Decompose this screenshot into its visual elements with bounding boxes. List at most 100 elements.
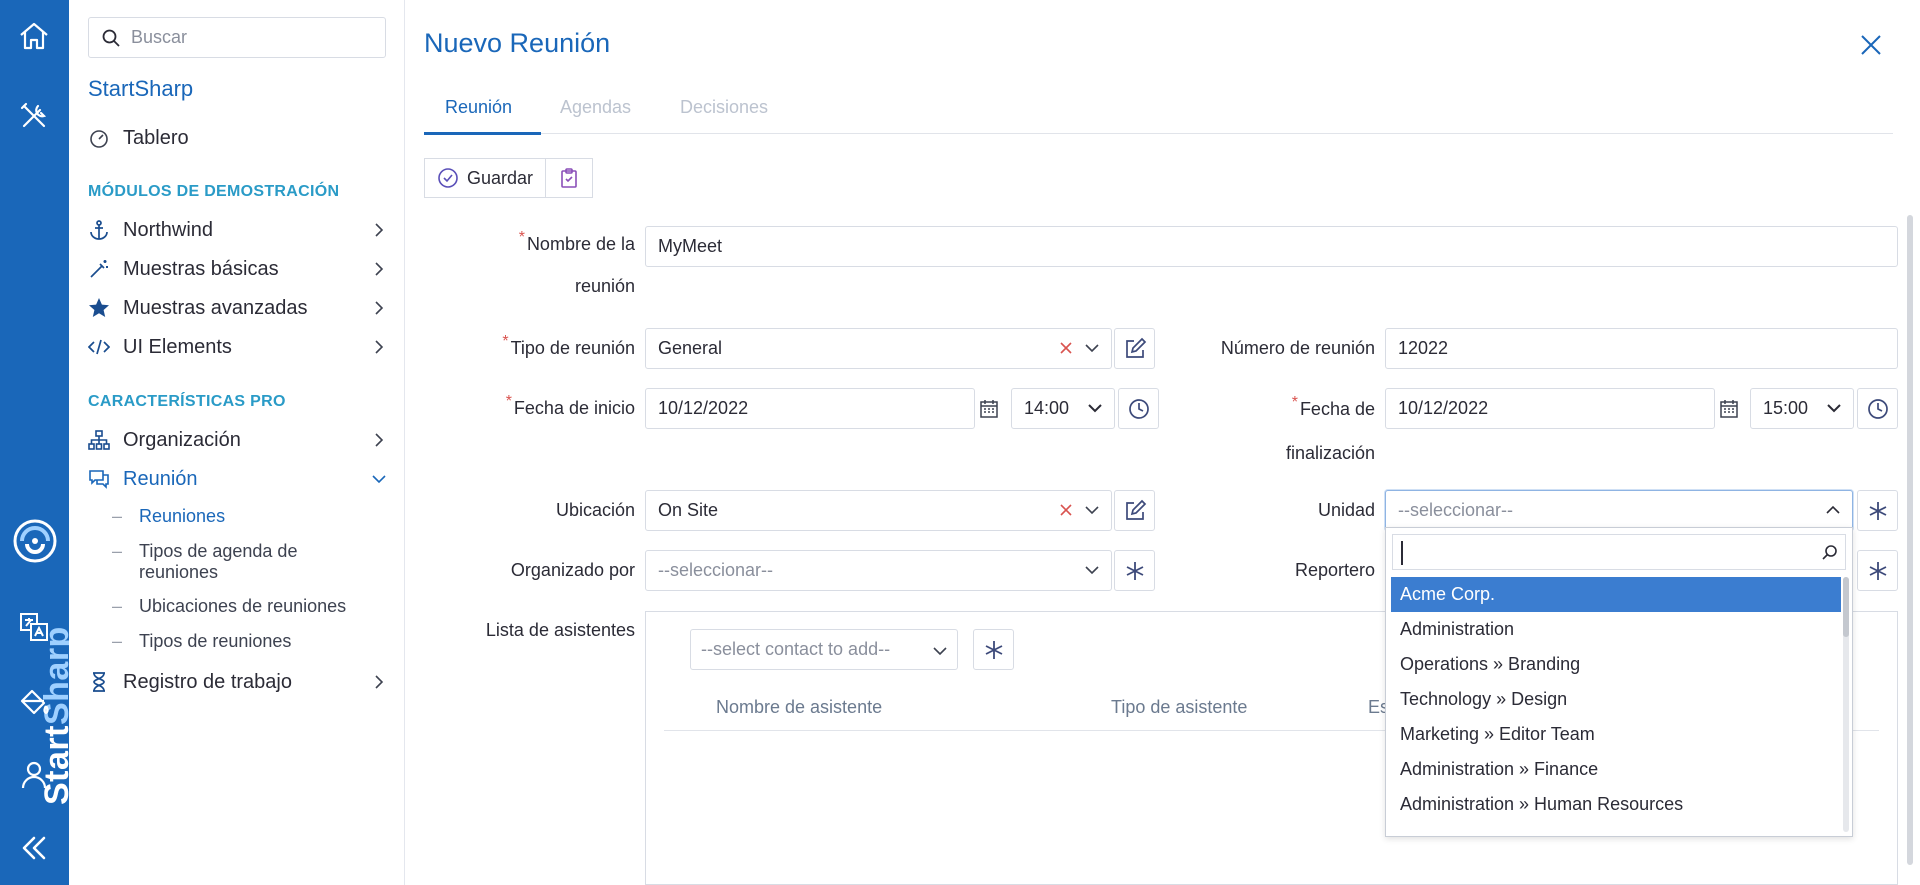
clear-icon[interactable] — [1057, 501, 1075, 519]
sidebar-item-advanced-samples[interactable]: Muestras avanzadas — [88, 292, 388, 324]
active-tab-indicator — [424, 132, 541, 135]
save-button[interactable]: Guardar — [424, 158, 547, 198]
end-time-now-button[interactable] — [1857, 388, 1898, 429]
tree-dash: – — [112, 596, 123, 616]
save-button-label: Guardar — [467, 167, 534, 188]
sidebar-item-ui-elements[interactable]: UI Elements — [88, 331, 388, 363]
sidebar-subitem-label: Tipos de agenda de reuniones — [139, 541, 298, 582]
unit-select[interactable]: --seleccionar-- — [1385, 490, 1853, 531]
unit-inplace-button[interactable] — [1857, 490, 1898, 531]
scrollbar-thumb[interactable] — [1843, 577, 1849, 637]
start-time-select[interactable]: 14:00 — [1011, 388, 1115, 429]
meeting-type-select[interactable]: General — [645, 328, 1112, 369]
organizer-label: Organizado por — [510, 560, 635, 580]
location-select[interactable]: On Site — [645, 490, 1112, 531]
translate-icon[interactable] — [14, 607, 54, 647]
chevron-right-icon — [375, 675, 384, 689]
reporter-inplace-button[interactable] — [1857, 550, 1898, 591]
organizer-select[interactable]: --seleccionar-- — [645, 550, 1112, 591]
sidebar-subitem-locations[interactable]: – Ubicaciones de reuniones — [112, 596, 382, 617]
edit-meeting-type-button[interactable] — [1114, 328, 1155, 369]
meeting-number-label: Número de reunión — [1220, 338, 1375, 358]
unit-option[interactable]: Administration » Human Resources — [1391, 787, 1841, 822]
organizer-inplace-button[interactable] — [1114, 550, 1155, 591]
tab-meeting[interactable]: Reunión — [445, 97, 512, 118]
text-caret — [1401, 541, 1403, 565]
start-time-now-button[interactable] — [1118, 388, 1159, 429]
sidebar-item-label: Muestras básicas — [123, 257, 279, 280]
reporter-label: Reportero — [1294, 560, 1375, 580]
unit-option[interactable]: Administration » Finance — [1391, 752, 1841, 787]
sidebar-subitem-label: Tipos de reuniones — [139, 631, 292, 651]
unit-dropdown-scrollbar[interactable] — [1843, 577, 1849, 832]
end-date-field[interactable]: 10/12/2022 — [1385, 388, 1715, 429]
sidebar-subitem-meetings[interactable]: – Reuniones — [112, 506, 382, 527]
unit-option[interactable]: Marketing » Editor Team — [1391, 717, 1841, 752]
attendee-inplace-button[interactable] — [973, 629, 1014, 670]
tab-agendas[interactable]: Agendas — [560, 97, 631, 118]
home-icon[interactable] — [14, 16, 54, 56]
calendar-icon[interactable] — [978, 398, 1000, 420]
sidebar-item-organization[interactable]: Organización — [88, 424, 388, 456]
start-date-field[interactable]: 10/12/2022 — [645, 388, 975, 429]
sidebar-search-input[interactable]: Buscar — [88, 17, 386, 58]
tools-icon[interactable] — [14, 96, 54, 136]
chevron-down-icon[interactable] — [1083, 339, 1101, 357]
clear-icon[interactable] — [1057, 339, 1075, 357]
start-time-value: 14:00 — [1024, 398, 1070, 418]
edit-icon — [1125, 337, 1146, 358]
sidebar-item-dashboard[interactable]: Tablero — [88, 122, 388, 154]
magic-wand-icon — [88, 258, 116, 280]
chevron-down-icon — [372, 475, 386, 484]
end-date-label: * Fecha de finalización — [1210, 388, 1375, 474]
meeting-name-label-text: Nombre de la reunión — [526, 234, 635, 296]
sidebar-subitem-agenda-types[interactable]: – Tipos de agenda de reuniones — [112, 541, 382, 583]
sidebar-item-label: Muestras avanzadas — [123, 296, 308, 319]
select-controls — [1086, 399, 1104, 417]
unit-option[interactable]: Administration — [1391, 612, 1841, 647]
meeting-name-field[interactable]: MyMeet — [645, 226, 1898, 267]
main-scrollbar[interactable] — [1907, 215, 1913, 865]
gauge-icon — [88, 127, 116, 149]
end-time-value: 15:00 — [1763, 398, 1809, 418]
sidebar-item-basic-samples[interactable]: Muestras básicas — [88, 253, 388, 285]
meeting-name-label: * Nombre de la reunión — [470, 224, 635, 306]
clipboard-check-icon — [561, 168, 577, 188]
end-time-select[interactable]: 15:00 — [1750, 388, 1854, 429]
required-marker: * — [502, 333, 509, 350]
column-header-attendee-type[interactable]: Tipo de asistente — [1111, 697, 1247, 718]
brand-swirl-icon — [13, 519, 57, 563]
meeting-type-label-text: Tipo de reunión — [510, 338, 635, 358]
sidebar-item-northwind[interactable]: Northwind — [88, 214, 388, 246]
unit-dropdown-search-input[interactable] — [1392, 534, 1846, 570]
chevron-down-icon[interactable] — [1083, 501, 1101, 519]
column-header-attendee-name[interactable]: Nombre de asistente — [716, 697, 882, 718]
chevron-right-icon — [375, 262, 384, 276]
unit-option[interactable]: Operations » Branding — [1391, 647, 1841, 682]
chevron-right-icon — [375, 301, 384, 315]
attendee-add-select[interactable]: --select contact to add-- — [690, 629, 958, 670]
select-controls — [1083, 561, 1101, 579]
sidebar-item-worklog[interactable]: Registro de trabajo — [88, 666, 388, 698]
paint-bucket-icon[interactable] — [14, 682, 54, 722]
close-icon[interactable] — [1857, 31, 1885, 59]
apply-changes-button[interactable] — [546, 158, 594, 198]
sidebar-subitem-meeting-types[interactable]: – Tipos de reuniones — [112, 631, 382, 652]
user-icon[interactable] — [14, 755, 54, 795]
unit-option[interactable]: Technology » Design — [1391, 682, 1841, 717]
chevron-up-icon — [1826, 505, 1840, 514]
page-title: Nuevo Reunión — [424, 28, 611, 58]
unit-option[interactable]: Acme Corp. — [1391, 577, 1841, 612]
chevron-down-icon — [933, 647, 947, 656]
start-date-label-text: Fecha de inicio — [513, 398, 635, 418]
calendar-icon[interactable] — [1718, 398, 1740, 420]
search-placeholder: Buscar — [131, 27, 188, 47]
edit-location-button[interactable] — [1114, 490, 1155, 531]
tab-decisions[interactable]: Decisiones — [680, 97, 768, 118]
app-root: StartSharp Buscar StartSharp Tablero MÓD… — [0, 0, 1920, 885]
meeting-number-field[interactable]: 12022 — [1385, 328, 1898, 369]
sidebar-item-meeting[interactable]: Reunión — [88, 463, 388, 495]
organizer-placeholder: --seleccionar-- — [658, 560, 774, 580]
required-marker: * — [518, 229, 525, 246]
collapse-icon[interactable] — [14, 828, 54, 868]
